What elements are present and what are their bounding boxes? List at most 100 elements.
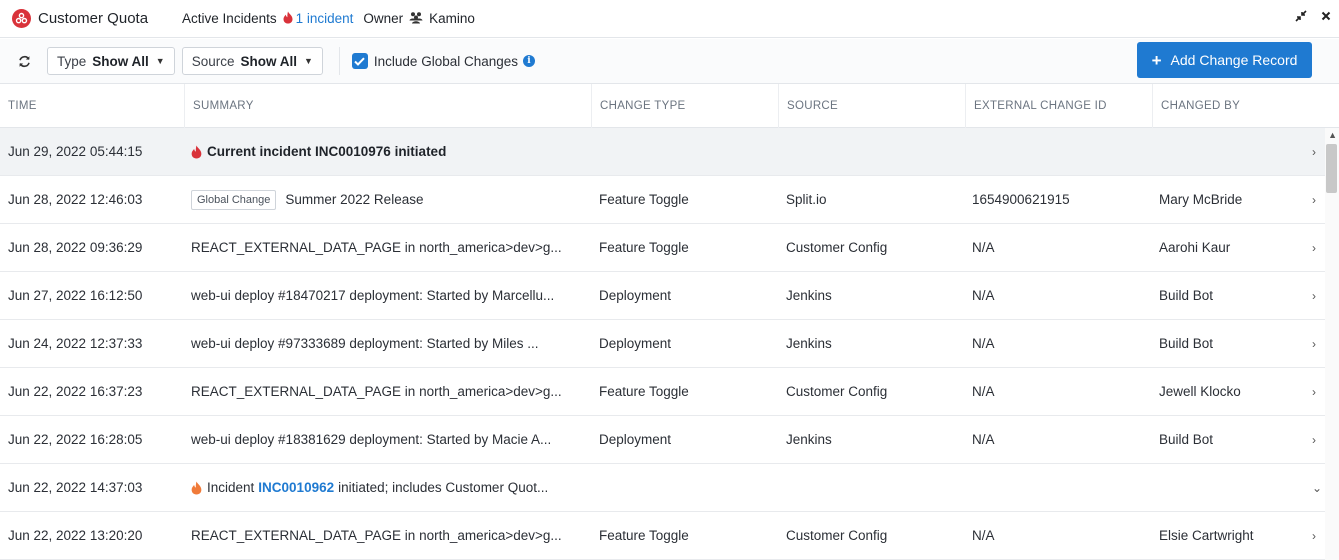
chevron-down-icon[interactable]: ⌄ [1312,464,1324,511]
app-title: Customer Quota [38,10,149,27]
team-icon [409,11,423,27]
time-cell: Jun 22, 2022 14:37:03 [8,480,143,495]
scrollbar-thumb[interactable] [1326,144,1337,193]
flame-icon [191,145,202,159]
change-type-cell: Feature Toggle [599,240,689,255]
change-type-cell: Deployment [599,288,672,303]
changed-by-cell: Elsie Cartwright [1159,528,1254,543]
source-cell: Jenkins [786,288,832,303]
app-logo-icon [12,9,31,28]
change-type-cell: Feature Toggle [599,528,689,543]
chevron-right-icon[interactable]: › [1312,368,1324,415]
plus-icon: + [1151,50,1162,70]
summary-cell: web-ui deploy #18381629 deployment: Star… [191,432,552,447]
caret-down-icon: ▼ [303,56,313,66]
summary-text: Summer 2022 Release [285,192,424,207]
external-id-cell: N/A [972,288,995,303]
active-incidents-link[interactable]: 1 incident [283,11,354,27]
top-bar: Customer Quota Active Incidents 1 incide… [0,0,1339,38]
chevron-right-icon[interactable]: › [1312,224,1324,271]
owner-name: Kamino [429,11,475,26]
column-header-change-type[interactable]: CHANGE TYPE [592,84,779,128]
table-row[interactable]: Jun 22, 2022 14:37:03 Incident INC001096… [0,464,1325,512]
time-cell: Jun 22, 2022 16:37:23 [8,384,143,399]
type-filter-value: Show All [92,53,149,69]
scroll-up-arrow-icon[interactable]: ▲ [1328,130,1337,140]
summary-cell: web-ui deploy #97333689 deployment: Star… [191,336,539,351]
source-filter-label: Source [191,53,235,69]
time-cell: Jun 22, 2022 16:28:05 [8,432,143,447]
source-filter-dropdown[interactable]: Source Show All ▼ [181,47,323,75]
external-id-cell: N/A [972,384,995,399]
incident-prefix: Incident [207,480,255,495]
chevron-right-icon[interactable]: › [1312,320,1324,367]
include-global-changes-checkbox[interactable] [351,53,368,69]
external-id-cell: N/A [972,528,995,543]
refresh-icon[interactable] [14,51,34,71]
changed-by-cell: Mary McBride [1159,192,1243,207]
table-header: TIME SUMMARY CHANGE TYPE SOURCE EXTERNAL… [0,84,1339,128]
close-icon[interactable] [1321,10,1331,25]
table-row[interactable]: Jun 24, 2022 12:37:33 web-ui deploy #973… [0,320,1325,368]
time-cell: Jun 28, 2022 09:36:29 [8,240,143,255]
chevron-right-icon[interactable]: › [1312,176,1324,223]
summary-cell: Incident INC0010962 initiated; includes … [191,464,583,511]
summary-cell: Global Change Summer 2022 Release [191,176,583,223]
table-row[interactable]: Jun 29, 2022 05:44:15 Current incident I… [0,128,1325,176]
time-cell: Jun 27, 2022 16:12:50 [8,288,143,303]
table-row[interactable]: Jun 22, 2022 16:28:05 web-ui deploy #183… [0,416,1325,464]
source-cell: Customer Config [786,384,888,399]
table-row[interactable]: Jun 28, 2022 09:36:29 REACT_EXTERNAL_DAT… [0,224,1325,272]
toolbar-divider [338,47,340,75]
external-id-cell: N/A [972,240,995,255]
table-row[interactable]: Jun 22, 2022 13:20:20 REACT_EXTERNAL_DAT… [0,512,1325,560]
global-change-badge: Global Change [191,189,277,210]
time-cell: Jun 24, 2022 12:37:33 [8,336,143,351]
external-id-cell: N/A [972,432,995,447]
add-change-record-label: Add Change Record [1170,52,1298,68]
change-type-cell: Deployment [599,336,672,351]
source-cell: Customer Config [786,240,888,255]
source-filter-value: Show All [240,53,297,69]
table-row[interactable]: Jun 27, 2022 16:12:50 web-ui deploy #184… [0,272,1325,320]
collapse-arrows-icon[interactable] [1295,10,1307,25]
external-id-cell: N/A [972,336,995,351]
add-change-record-button[interactable]: + Add Change Record [1137,42,1312,78]
owner-label: Owner [363,11,404,26]
incident-count: 1 incident [295,11,354,26]
chevron-right-icon[interactable]: › [1312,128,1324,175]
current-incident-text: Current incident INC0010976 initiated [207,144,447,159]
include-global-changes-label[interactable]: Include Global Changes [374,54,518,69]
changed-by-cell: Jewell Klocko [1159,384,1241,399]
filter-toolbar: Type Show All ▼ Source Show All ▼ Includ… [0,39,1339,84]
column-header-changed-by[interactable]: CHANGED BY [1153,84,1339,128]
incident-suffix: initiated; includes Customer Quot... [338,480,549,495]
column-header-time[interactable]: TIME [0,84,185,128]
summary-cell: REACT_EXTERNAL_DATA_PAGE in north_americ… [191,528,562,543]
change-type-cell: Feature Toggle [599,192,689,207]
summary-cell: REACT_EXTERNAL_DATA_PAGE in north_americ… [191,240,562,255]
active-incidents-label: Active Incidents [182,11,277,26]
type-filter-dropdown[interactable]: Type Show All ▼ [47,47,175,75]
caret-down-icon: ▼ [155,56,165,66]
chevron-right-icon[interactable]: › [1312,416,1324,463]
incident-link[interactable]: INC0010962 [258,480,334,495]
summary-cell: REACT_EXTERNAL_DATA_PAGE in north_americ… [191,384,562,399]
external-id-cell: 1654900621915 [972,192,1070,207]
time-cell: Jun 28, 2022 12:46:03 [8,192,143,207]
table-row[interactable]: Jun 28, 2022 12:46:03 Global Change Summ… [0,176,1325,224]
type-filter-label: Type [57,53,87,69]
column-header-source[interactable]: SOURCE [779,84,966,128]
changed-by-cell: Build Bot [1159,432,1214,447]
table-row[interactable]: Jun 22, 2022 16:37:23 REACT_EXTERNAL_DAT… [0,368,1325,416]
column-header-summary[interactable]: SUMMARY [185,84,592,128]
change-type-cell: Deployment [599,432,672,447]
change-records-table: Jun 29, 2022 05:44:15 Current incident I… [0,128,1325,560]
column-header-external-change-id[interactable]: EXTERNAL CHANGE ID [966,84,1153,128]
chevron-right-icon[interactable]: › [1312,272,1324,319]
changed-by-cell: Build Bot [1159,288,1214,303]
source-cell: Customer Config [786,528,888,543]
info-icon[interactable]: i [523,55,536,67]
time-cell: Jun 29, 2022 05:44:15 [8,144,143,159]
chevron-right-icon[interactable]: › [1312,512,1324,559]
